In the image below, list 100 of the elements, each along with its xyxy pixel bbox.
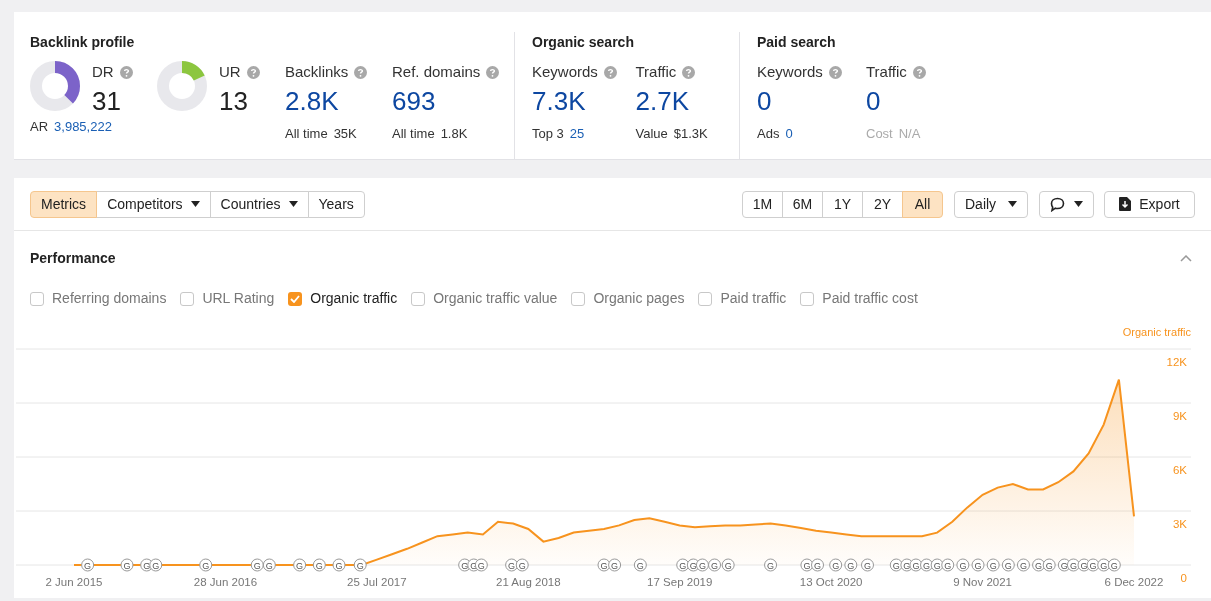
metric-sub-label: All time	[285, 124, 328, 143]
range-tab[interactable]: 1Y	[822, 190, 863, 218]
checkbox-label[interactable]: Paid traffic	[720, 288, 787, 309]
axis-tick-label: 6K	[1172, 464, 1187, 476]
update-marker[interactable]: G	[515, 558, 529, 572]
metric-sub-value: N/A	[898, 124, 921, 143]
metric-sub-value[interactable]: 25	[569, 123, 585, 143]
section-title: Organic search	[532, 33, 635, 52]
section-title: Performance	[30, 248, 116, 268]
update-marker[interactable]: G	[1001, 558, 1015, 572]
update-marker[interactable]: G	[199, 558, 213, 572]
update-marker[interactable]: G	[1042, 558, 1056, 572]
axis-tick-label: 25 Jul 2017	[347, 576, 407, 588]
update-marker[interactable]: G	[250, 558, 264, 572]
update-marker[interactable]: G	[811, 558, 824, 572]
update-marker[interactable]: G	[721, 558, 735, 572]
checkbox[interactable]	[180, 291, 195, 306]
caret-icon	[1008, 201, 1017, 207]
update-marker[interactable]: G	[81, 558, 95, 572]
view-tab[interactable]: Metrics	[30, 190, 98, 218]
checkbox[interactable]	[698, 291, 713, 306]
ar-label: AR	[30, 118, 49, 136]
update-marker[interactable]: G	[120, 558, 134, 572]
update-marker[interactable]: G	[262, 558, 276, 572]
update-marker[interactable]: G	[293, 558, 307, 572]
axis-tick-label: 0	[1180, 572, 1187, 584]
metric-value[interactable]: 7.3K	[532, 83, 636, 118]
metric-value: 31	[92, 84, 122, 118]
ar-value[interactable]: 3,985,222	[54, 117, 112, 137]
metric-sub-value: $1.3K	[673, 124, 708, 143]
metric-sub-value: 1.8K	[440, 124, 468, 143]
update-marker[interactable]: G	[708, 558, 722, 572]
view-tab[interactable]: Competitors	[96, 190, 211, 218]
view-tab[interactable]: Years	[307, 190, 365, 218]
checkbox[interactable]	[411, 291, 426, 306]
help-icon[interactable]	[119, 65, 133, 79]
checkbox-label[interactable]: Paid traffic cost	[822, 288, 918, 309]
update-marker[interactable]: G	[941, 558, 955, 572]
update-marker[interactable]: G	[956, 558, 970, 572]
update-marker[interactable]: G	[1107, 558, 1121, 572]
metric-sub-value[interactable]: 0	[785, 123, 793, 143]
metric-label: Keywords	[757, 62, 823, 82]
help-icon[interactable]	[603, 65, 617, 79]
checkbox-label[interactable]: URL Rating	[202, 288, 275, 309]
help-icon[interactable]	[486, 65, 500, 79]
checkbox-label[interactable]: Organic pages	[593, 288, 685, 309]
metric-sub-label: Ads	[757, 124, 780, 143]
checkbox-label[interactable]: Referring domains	[52, 288, 167, 309]
checkbox-label[interactable]: Organic traffic value	[433, 288, 558, 309]
update-marker[interactable]: G	[312, 558, 326, 572]
range-tab[interactable]: All	[902, 190, 943, 218]
checkbox[interactable]	[571, 291, 586, 306]
metric-label: Keywords	[532, 62, 598, 82]
axis-tick-label: 2 Jun 2015	[45, 576, 103, 588]
axis-tick-label: 21 Aug 2018	[496, 576, 561, 588]
metric-sub-label: Cost	[866, 124, 893, 143]
range-tab[interactable]: 2Y	[862, 190, 903, 218]
axis-tick-label: 17 Sep 2019	[647, 576, 713, 588]
checkbox[interactable]	[288, 291, 303, 306]
export-button[interactable]: Export	[1104, 190, 1195, 218]
metric-label: Traffic	[635, 62, 677, 82]
metric-value[interactable]: 0	[757, 83, 866, 118]
axis-title: Organic traffic	[1122, 326, 1191, 338]
update-marker[interactable]: G	[608, 558, 622, 572]
help-icon[interactable]	[246, 65, 260, 79]
metric-label: DR	[92, 62, 114, 82]
help-icon[interactable]	[912, 65, 926, 79]
axis-tick-label: 13 Oct 2020	[799, 576, 863, 588]
checkbox[interactable]	[30, 291, 44, 306]
update-marker[interactable]: G	[829, 558, 843, 572]
update-marker[interactable]: G	[861, 558, 874, 572]
update-marker[interactable]: G	[986, 558, 1000, 572]
update-marker[interactable]: G	[1016, 558, 1030, 572]
update-marker[interactable]: G	[764, 558, 778, 572]
annotations-dropdown[interactable]	[1039, 190, 1094, 218]
checkbox[interactable]	[800, 291, 815, 306]
update-marker[interactable]: G	[633, 558, 647, 572]
help-icon[interactable]	[354, 65, 368, 79]
metric-value[interactable]: 2.7K	[635, 83, 739, 118]
metric-label: Backlinks	[285, 62, 349, 82]
update-marker[interactable]: G	[971, 558, 985, 572]
section-title: Backlink profile	[30, 33, 136, 52]
metric-sub-label: Top 3	[532, 124, 564, 143]
metric-label: Traffic	[866, 62, 907, 82]
caret-icon	[288, 201, 298, 207]
update-marker[interactable]: G	[353, 558, 367, 572]
view-tab[interactable]: Countries	[209, 190, 309, 218]
interval-dropdown[interactable]: Daily	[954, 190, 1028, 218]
update-marker[interactable]: G	[332, 558, 346, 572]
checkbox-label[interactable]: Organic traffic	[310, 288, 398, 309]
range-tab[interactable]: 1M	[742, 190, 783, 218]
download-icon	[1119, 197, 1132, 211]
metric-value[interactable]: 693	[392, 83, 512, 118]
update-marker[interactable]: G	[844, 558, 858, 572]
help-icon[interactable]	[828, 65, 842, 79]
help-icon[interactable]	[682, 65, 696, 79]
update-marker[interactable]: G	[149, 558, 163, 572]
range-tab[interactable]: 6M	[782, 190, 823, 218]
update-marker[interactable]: G	[695, 558, 709, 572]
metric-value[interactable]: 2.8K	[285, 83, 392, 118]
